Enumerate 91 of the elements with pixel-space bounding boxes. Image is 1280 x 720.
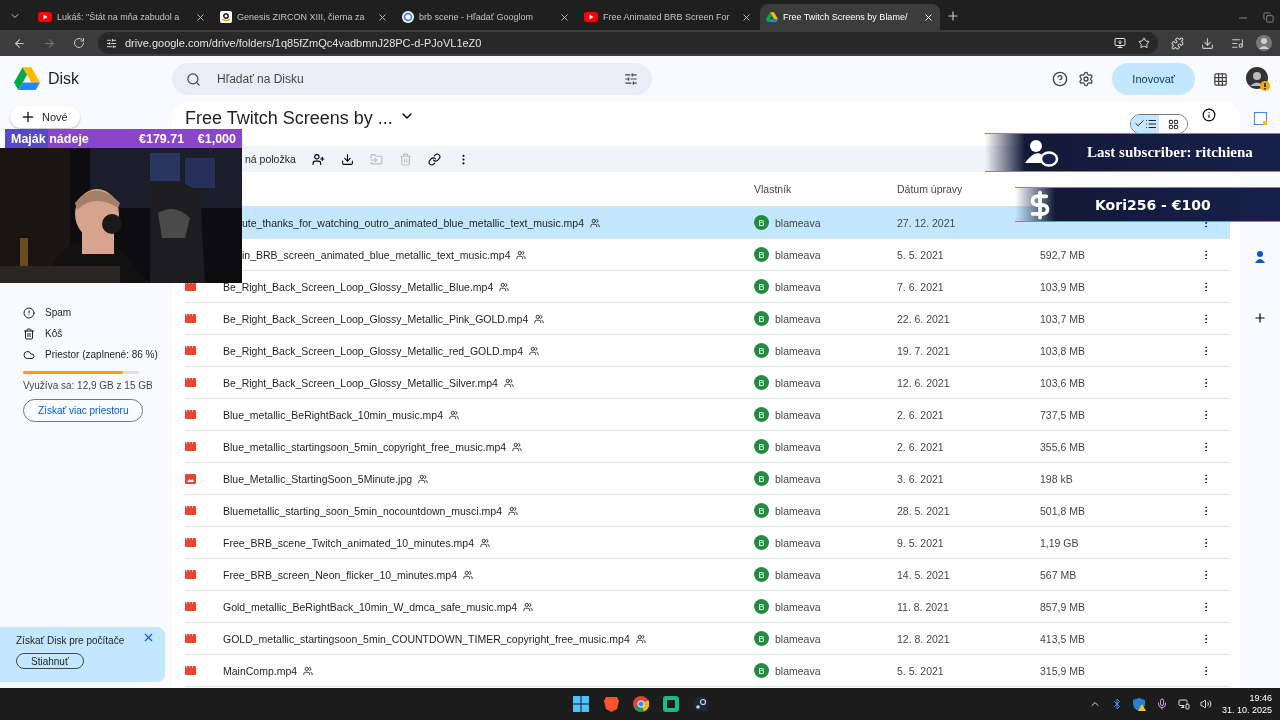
modified-date: 11. 8. 2021 bbox=[897, 600, 949, 613]
file-size: 501,8 MB bbox=[1040, 504, 1085, 517]
url-text: drive.google.com/drive/folders/1q85fZmQc4vadbmnJ28PC-d-PJoVL1eZ0 bbox=[125, 37, 482, 49]
file-name: GOLD_metallic_startingsoon_5min_COUNTDOWN_TIMER_copyright_free_music.mp4 bbox=[223, 632, 630, 645]
file-name: Blue_Metallic_StartingSoon_5Minute.jpg bbox=[223, 472, 413, 485]
owner-name: blameava bbox=[775, 312, 821, 325]
goal-name: Maják nádeje bbox=[11, 131, 90, 146]
modified-date: 22. 6. 2021 bbox=[897, 312, 950, 325]
modified-date: 28. 5. 2021 bbox=[897, 504, 950, 517]
file-size: 1,19 GB bbox=[1040, 536, 1079, 549]
modified-date: 7. 6. 2021 bbox=[897, 280, 944, 293]
folder-title: Free Twitch Screens by ... bbox=[185, 108, 393, 129]
owner-avatar: B bbox=[754, 407, 769, 422]
file-name: Free_BRB_screen_Neon_flicker_10_minutes.mp4 bbox=[223, 568, 458, 581]
file-name: Blue_metallic_startingsoon_5min_copyright_free_music.mp4 bbox=[223, 440, 507, 453]
goal-target: €1,000 bbox=[197, 131, 236, 146]
file-name: Free_BRB_scene_Twitch_animated_10_minutes.mp4 bbox=[223, 536, 474, 549]
owner-avatar: B bbox=[754, 535, 769, 550]
owner-avatar: B bbox=[754, 631, 769, 646]
file-size: 198 kB bbox=[1040, 472, 1073, 485]
file-size: 103,9 MB bbox=[1040, 280, 1085, 293]
owner-name: blameava bbox=[775, 408, 821, 421]
file-size: 103,7 MB bbox=[1040, 312, 1085, 325]
owner-avatar: B bbox=[754, 471, 769, 486]
file-name: MainComp.mp4 bbox=[223, 664, 298, 677]
owner-name: blameava bbox=[775, 280, 821, 293]
modified-date: 12. 8. 2021 bbox=[897, 632, 950, 645]
modified-date: 3. 6. 2021 bbox=[897, 472, 944, 485]
file-name: Blue_metallic_BeRightBack_10min_music.mp4 bbox=[223, 408, 444, 421]
owner-avatar: B bbox=[754, 567, 769, 582]
modified-date: 9. 5. 2021 bbox=[897, 536, 944, 549]
owner-avatar: B bbox=[754, 343, 769, 358]
owner-avatar: B bbox=[754, 247, 769, 262]
owner-name: blameava bbox=[775, 376, 821, 389]
modified-date: 14. 5. 2021 bbox=[897, 568, 950, 581]
modified-date: 5. 5. 2021 bbox=[897, 248, 944, 261]
tab-title: Free Animated BRB Screen For bbox=[603, 12, 730, 22]
owner-name: blameava bbox=[775, 248, 821, 261]
file-size: 355,6 MB bbox=[1040, 440, 1085, 453]
modified-date: 2. 6. 2021 bbox=[897, 440, 944, 453]
selection-count: ná položka bbox=[245, 153, 296, 165]
owner-name: blameava bbox=[775, 664, 821, 677]
file-name: Be_Right_Back_Screen_Loop_Glossy_Metallic_Blue.mp4 bbox=[223, 280, 494, 293]
owner-name: blameava bbox=[775, 600, 821, 613]
owner-name: blameava bbox=[775, 216, 821, 229]
date-text: 31. 10. 2025 bbox=[1221, 704, 1272, 716]
owner-name: blameava bbox=[775, 440, 821, 453]
file-name: Bluemetallic_starting_soon_5min_nocountdown_musci.mp4 bbox=[223, 504, 502, 517]
tab-title: brb scene - Hľadať Googlom bbox=[419, 12, 534, 22]
subscriber-text: Last subscriber: ritchiena bbox=[1087, 144, 1253, 161]
app-name: Disk bbox=[48, 70, 80, 88]
file-size: 103,6 MB bbox=[1040, 376, 1085, 389]
goal-raised: €179.71 bbox=[139, 131, 185, 146]
tab-title: Genesis ZIRCON XIII, čierna za bbox=[237, 12, 365, 22]
modified-date: 27. 12. 2021 bbox=[897, 216, 956, 229]
owner-avatar: B bbox=[754, 663, 769, 678]
owner-avatar: B bbox=[754, 439, 769, 454]
owner-name: blameava bbox=[775, 536, 821, 549]
owner-avatar: B bbox=[754, 279, 769, 294]
file-name: Gold_metallic_BeRightBack_10min_W_dmca_safe_music.mp4 bbox=[223, 600, 518, 613]
tab-title: Free Twitch Screens by Blame/ bbox=[783, 12, 908, 22]
file-name: ute_thanks_for_watching_outro_animated_blue_metallic_text_music.mp4 bbox=[242, 216, 585, 229]
owner-name: blameava bbox=[775, 568, 821, 581]
file-size: 315,9 MB bbox=[1040, 664, 1085, 677]
owner-avatar: B bbox=[754, 215, 769, 230]
modified-date: 19. 7. 2021 bbox=[897, 344, 950, 357]
file-name: Be_Right_Back_Screen_Loop_Glossy_Metallic_Silver.mp4 bbox=[223, 376, 498, 389]
time-text: 19:46 bbox=[1249, 692, 1272, 704]
owner-name: blameava bbox=[775, 632, 821, 645]
owner-avatar: B bbox=[754, 599, 769, 614]
owner-name: blameava bbox=[775, 504, 821, 517]
modified-date: 2. 6. 2021 bbox=[897, 408, 944, 421]
file-size: 103,8 MB bbox=[1040, 344, 1085, 357]
tab-title: Lukáš: "Štát na mňa zabudol a bbox=[57, 12, 180, 22]
modified-date: 12. 6. 2021 bbox=[897, 376, 950, 389]
storage-usage: Využíva sa: 12,9 GB z 15 GB bbox=[23, 380, 154, 391]
file-name: Be_Right_Back_Screen_Loop_Glossy_Metallic_red_GOLD.mp4 bbox=[223, 344, 523, 357]
file-size: 567 MB bbox=[1040, 568, 1077, 581]
owner-name: blameava bbox=[775, 472, 821, 485]
owner-avatar: B bbox=[754, 311, 769, 326]
promo-text: Získať Disk pre počítače bbox=[16, 635, 125, 646]
owner-name: blameava bbox=[775, 344, 821, 357]
modified-date: 5. 5. 2021 bbox=[897, 664, 944, 677]
file-size: 592,7 MB bbox=[1040, 248, 1085, 261]
owner-avatar: B bbox=[754, 503, 769, 518]
file-size: 857,9 MB bbox=[1040, 600, 1085, 613]
owner-avatar: B bbox=[754, 375, 769, 390]
file-name: Be_Right_Back_Screen_Loop_Glossy_Metallic_Pink_GOLD.mp4 bbox=[223, 312, 529, 325]
file-size: 737,5 MB bbox=[1040, 408, 1085, 421]
file-size: 413,5 MB bbox=[1040, 632, 1085, 645]
file-name: in_BRB_screen_animated_blue_metallic_text_music.mp4 bbox=[242, 248, 511, 261]
